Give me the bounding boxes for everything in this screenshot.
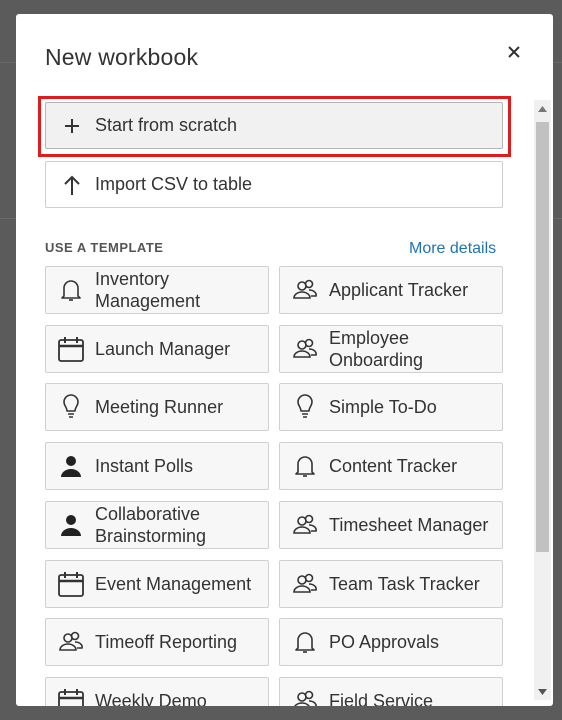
bell-icon <box>290 627 320 657</box>
template-label: Timeoff Reporting <box>95 632 238 652</box>
template-tile[interactable]: Launch Manager <box>45 325 269 373</box>
templates-section-label: USE A TEMPLATE <box>45 240 164 255</box>
template-label: Instant Polls <box>95 456 194 476</box>
template-tile[interactable]: Instant Polls <box>45 442 269 490</box>
start-from-scratch-label: Start from scratch <box>95 115 238 135</box>
template-label: Inventory Management <box>95 269 201 311</box>
start-from-scratch-button[interactable]: Start from scratch <box>45 102 503 149</box>
template-label: Applicant Tracker <box>329 280 469 300</box>
template-tile[interactable]: PO Approvals <box>279 618 503 666</box>
lightbulb-icon <box>56 392 86 422</box>
template-label: Content Tracker <box>329 456 458 476</box>
import-csv-button[interactable]: Import CSV to table <box>45 161 503 208</box>
template-tile[interactable]: Field Service <box>279 677 503 706</box>
scrollbar[interactable] <box>534 100 551 700</box>
new-workbook-dialog: New workbook Start from scratch Import C… <box>16 14 553 706</box>
close-button[interactable] <box>502 40 526 64</box>
template-label: Weekly Demo <box>95 691 207 706</box>
template-tile[interactable]: Content Tracker <box>279 442 503 490</box>
template-tile[interactable]: Inventory Management <box>45 266 269 314</box>
bell-icon <box>56 275 86 305</box>
template-tile[interactable]: Employee Onboarding <box>279 325 503 373</box>
template-label: Event Management <box>95 574 252 594</box>
template-label: Team Task Tracker <box>329 574 480 594</box>
more-details-link[interactable]: More details <box>409 240 496 258</box>
template-tile[interactable]: Timeoff Reporting <box>45 618 269 666</box>
people-icon <box>290 686 320 706</box>
template-tile[interactable]: Timesheet Manager <box>279 501 503 549</box>
dialog-title: New workbook <box>45 44 199 70</box>
template-tile[interactable]: Event Management <box>45 560 269 608</box>
people-icon <box>290 334 320 364</box>
person-icon <box>56 510 86 540</box>
template-label: PO Approvals <box>329 632 440 652</box>
template-label: Field Service <box>329 691 434 706</box>
template-label: Meeting Runner <box>95 397 224 417</box>
scroll-down-icon[interactable] <box>534 683 551 700</box>
template-tile[interactable]: Simple To-Do <box>279 383 503 431</box>
scroll-thumb[interactable] <box>536 122 549 552</box>
template-tile[interactable]: Applicant Tracker <box>279 266 503 314</box>
calendar-icon <box>56 569 86 599</box>
import-csv-label: Import CSV to table <box>95 174 253 194</box>
template-tile[interactable]: Team Task Tracker <box>279 560 503 608</box>
template-label: Simple To-Do <box>329 397 437 417</box>
scroll-up-icon[interactable] <box>534 100 551 117</box>
person-icon <box>56 451 86 481</box>
template-label: Launch Manager <box>95 339 231 359</box>
template-label: Timesheet Manager <box>329 515 489 535</box>
plus-icon <box>60 114 84 138</box>
people-icon <box>290 569 320 599</box>
people-icon <box>290 275 320 305</box>
template-tile[interactable]: Meeting Runner <box>45 383 269 431</box>
template-label: Collaborative Brainstorming <box>95 504 207 546</box>
template-tile[interactable]: Weekly Demo <box>45 677 269 706</box>
arrow-up-icon <box>60 173 84 197</box>
template-tile[interactable]: Collaborative Brainstorming <box>45 501 269 549</box>
lightbulb-icon <box>290 392 320 422</box>
calendar-icon <box>56 334 86 364</box>
people-icon <box>56 627 86 657</box>
close-icon <box>508 46 520 58</box>
people-icon <box>290 510 320 540</box>
bell-icon <box>290 451 320 481</box>
calendar-icon <box>56 686 86 706</box>
template-label: Employee Onboarding <box>329 328 424 370</box>
